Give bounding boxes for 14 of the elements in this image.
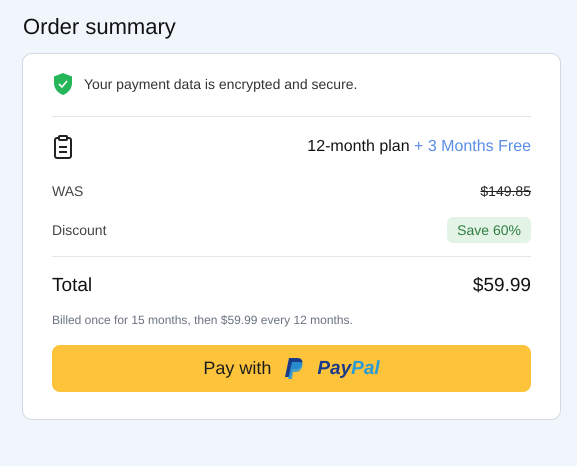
logo-icon (283, 356, 306, 380)
pay-button[interactable]: Pay with PayPal (52, 345, 531, 392)
row-label: Discount (52, 222, 106, 238)
plan-name: 12-month plan + 3 Months Free (307, 138, 531, 156)
page-title: Order summary (23, 14, 177, 40)
original-price: $149.85 (480, 183, 531, 199)
total-price: $59.99 (472, 275, 531, 297)
discount-badge: Save 60% (447, 217, 531, 243)
total-label: Total (52, 275, 92, 297)
billing-note: Billed once for 15 months, then $59.99 every 12 months. (52, 313, 354, 327)
clipboard-icon (52, 135, 74, 159)
security-message: Your payment data is encrypted and secure. (84, 76, 358, 92)
shield-check-icon (52, 72, 74, 96)
row-label: WAS (52, 183, 84, 199)
